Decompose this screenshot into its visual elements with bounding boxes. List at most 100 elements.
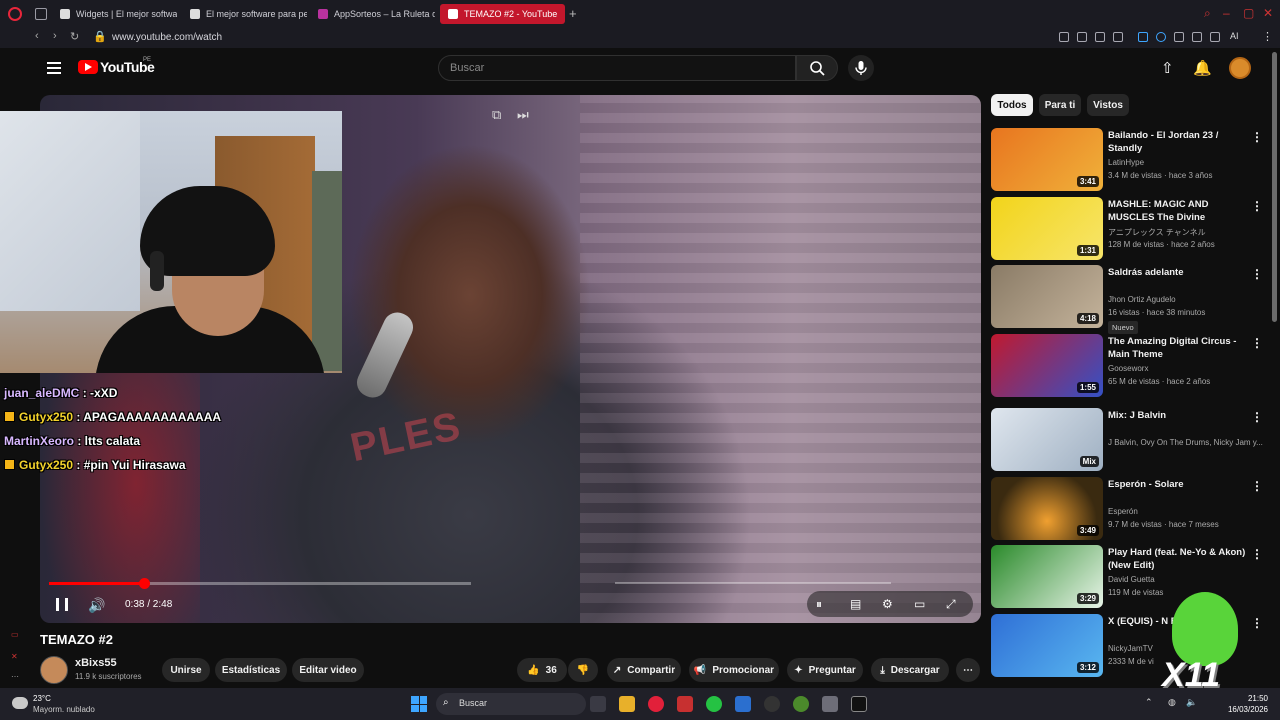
recommendation-item[interactable]: 3:49 Esperón - Solare Esperón 9.7 M de vist… <box>991 477 1271 541</box>
rail-icon-2[interactable]: ✕ <box>11 652 18 661</box>
capture-app-icon[interactable] <box>851 696 867 712</box>
more-actions-button[interactable]: ⋯ <box>956 658 980 682</box>
recommendation-channel[interactable]: J Balvin, Ovy On The Drums, Nicky Jam y.… <box>1108 438 1263 447</box>
recommendation-channel[interactable]: Jhon Ortiz Agudelo <box>1108 295 1176 304</box>
notifications-bell-icon[interactable]: 🔔 <box>1193 59 1212 77</box>
pause-icon[interactable] <box>56 598 68 611</box>
snapshot-icon[interactable] <box>1059 32 1069 42</box>
recommendation-thumbnail[interactable]: 3:29 <box>991 545 1103 608</box>
whatsapp-icon[interactable] <box>706 696 722 712</box>
xbox-icon[interactable] <box>793 696 809 712</box>
weather-cloud-icon[interactable] <box>12 697 28 709</box>
back-icon[interactable]: ‹ <box>35 30 39 42</box>
opera-gx-icon[interactable] <box>648 696 664 712</box>
app-a-icon[interactable] <box>677 696 693 712</box>
autoplay-toggle-icon[interactable]: ⏸ <box>816 597 822 612</box>
network-icon[interactable]: ◍ <box>1168 697 1176 708</box>
recommendation-more-icon[interactable]: ⋮ <box>1251 479 1263 493</box>
promote-button[interactable]: 📢 Promocionar <box>689 658 779 682</box>
recommendation-item[interactable]: 1:55 The Amazing Digital Circus - Main Th… <box>991 334 1271 398</box>
file-explorer-icon[interactable] <box>619 696 635 712</box>
url-field[interactable]: www.youtube.com/watch <box>112 32 222 43</box>
recommendation-more-icon[interactable]: ⋮ <box>1251 616 1263 630</box>
taskbar-search[interactable]: Buscar <box>436 693 586 715</box>
tray-chevron-icon[interactable]: ⌃ <box>1145 697 1153 708</box>
rail-icon-3[interactable]: ⋯ <box>11 672 19 681</box>
recommendation-item[interactable]: 1:31 MASHLE: MAGIC AND MUSCLES The Divine… <box>991 197 1271 261</box>
recommendation-channel[interactable]: Gooseworx <box>1108 364 1148 373</box>
recommendation-title[interactable]: The Amazing Digital Circus - Main Theme <box>1108 335 1246 361</box>
recommendation-title[interactable]: MASHLE: MAGIC AND MUSCLES The Divine Vis… <box>1108 198 1246 224</box>
obs-icon[interactable] <box>764 696 780 712</box>
recommendation-more-icon[interactable]: ⋮ <box>1251 336 1263 350</box>
recommendation-thumbnail[interactable]: 1:55 <box>991 334 1103 397</box>
recommendation-item[interactable]: 3:29 Play Hard (feat. Ne-Yo & Akon) (New … <box>991 545 1271 609</box>
notes-app-icon[interactable] <box>735 696 751 712</box>
sidebar-scrollbar[interactable] <box>1272 52 1277 322</box>
recommendation-more-icon[interactable]: ⋮ <box>1251 199 1263 213</box>
forward-icon[interactable]: › <box>53 30 57 42</box>
profile-icon[interactable] <box>1192 32 1202 42</box>
recommendation-channel[interactable]: David Guetta <box>1108 575 1155 584</box>
join-button[interactable]: Unirse <box>162 658 210 682</box>
recommendation-item[interactable]: Mix Mix: J Balvin J Balvin, Ovy On The Dru… <box>991 408 1271 472</box>
recommendation-thumbnail[interactable]: 3:12 <box>991 614 1103 677</box>
play-icon[interactable] <box>1095 32 1105 42</box>
tab-widgets[interactable]: Widgets | El mejor softwar <box>52 4 177 24</box>
recommendation-more-icon[interactable]: ⋮ <box>1251 547 1263 561</box>
download-button[interactable]: ⤓ Descargar <box>871 658 949 682</box>
chip-for-you[interactable]: Para ti <box>1039 94 1081 116</box>
heart-icon[interactable] <box>1113 32 1123 42</box>
recommendation-item[interactable]: 3:41 Bailando - El Jordan 23 / Standly Lat… <box>991 128 1271 192</box>
chip-all[interactable]: Todos <box>991 94 1033 116</box>
download-icon[interactable] <box>1210 32 1220 42</box>
account-avatar[interactable] <box>1229 57 1251 79</box>
recommendation-title[interactable]: Mix: J Balvin <box>1108 409 1246 422</box>
settings-gear-icon[interactable]: ⚙ <box>882 597 893 611</box>
dislike-button[interactable]: 👎 <box>568 658 598 682</box>
tab-temazo-youtube[interactable]: TEMAZO #2 - YouTube <box>440 4 565 24</box>
chip-watched[interactable]: Vistos <box>1087 94 1129 116</box>
extensions-icon[interactable] <box>1174 32 1184 42</box>
shield-icon[interactable] <box>1077 32 1087 42</box>
edit-video-button[interactable]: Editar video <box>292 658 364 682</box>
tab-appsorteos[interactable]: AppSorteos – La Ruleta de <box>310 4 435 24</box>
voice-search-button[interactable] <box>848 55 874 81</box>
miniplayer-icon[interactable]: ⧉ <box>492 107 501 123</box>
recommendation-more-icon[interactable]: ⋮ <box>1251 267 1263 281</box>
youtube-logo-icon[interactable] <box>78 60 98 74</box>
ai-button[interactable]: AI <box>1230 31 1239 41</box>
upload-icon[interactable]: ⇧ <box>1161 59 1174 77</box>
recommendation-title[interactable]: Saldrás adelante <box>1108 266 1246 279</box>
browser-logo-icon[interactable] <box>8 7 22 21</box>
more-menu-icon[interactable]: ⋮ <box>1262 30 1273 43</box>
like-button[interactable]: 👍 36 <box>517 658 567 682</box>
recommendation-title[interactable]: Bailando - El Jordan 23 / Standly <box>1108 129 1246 155</box>
weather-description[interactable]: Mayorm. nublado <box>33 705 95 714</box>
theater-mode-icon[interactable]: ▭ <box>914 597 925 611</box>
extension-1-icon[interactable] <box>1138 32 1148 42</box>
recommendation-more-icon[interactable]: ⋮ <box>1251 410 1263 424</box>
fullscreen-icon[interactable]: ⤢ <box>946 597 956 612</box>
speaker-icon[interactable]: 🔈 <box>1186 697 1197 708</box>
rail-icon-1[interactable]: ▭ <box>11 630 19 639</box>
task-view-icon[interactable] <box>590 696 606 712</box>
recommendation-thumbnail[interactable]: Mix <box>991 408 1103 471</box>
new-tab-icon[interactable]: + <box>569 6 577 21</box>
search-tabs-icon[interactable]: ⌕ <box>1204 6 1211 21</box>
ask-button[interactable]: ✦ Preguntar <box>787 658 863 682</box>
volume-icon[interactable]: 🔊 <box>88 595 105 615</box>
recommendation-thumbnail[interactable]: 1:31 <box>991 197 1103 260</box>
search-input[interactable]: Buscar <box>438 55 796 81</box>
share-button[interactable]: ↗ Compartir <box>607 658 681 682</box>
recommendation-thumbnail[interactable]: 3:41 <box>991 128 1103 191</box>
extension-2-icon[interactable] <box>1156 32 1166 42</box>
recommendation-channel[interactable]: LatinHype <box>1108 158 1144 167</box>
tab-overview-icon[interactable] <box>35 8 47 20</box>
tab-software[interactable]: El mejor software para pe <box>182 4 307 24</box>
settings-app-icon[interactable] <box>822 696 838 712</box>
recommendation-channel[interactable]: アニプレックス チャンネル <box>1108 227 1206 238</box>
hamburger-menu-icon[interactable] <box>47 62 61 74</box>
recommendation-title[interactable]: Esperón - Solare <box>1108 478 1246 491</box>
statistics-button[interactable]: Estadísticas <box>215 658 287 682</box>
